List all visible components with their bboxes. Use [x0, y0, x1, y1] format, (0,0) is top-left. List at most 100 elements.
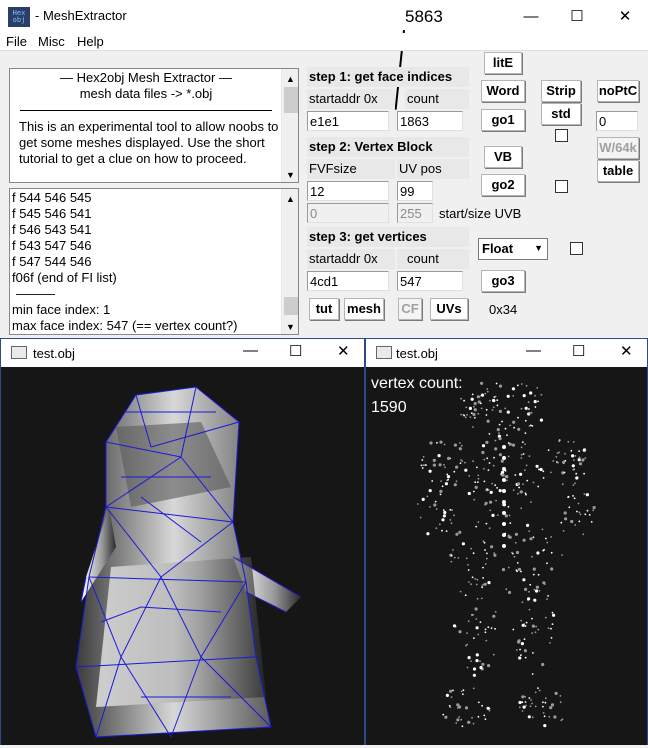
vertex-point: [460, 690, 463, 693]
step2-fvfsize-input[interactable]: 12: [307, 181, 389, 201]
std-checkbox[interactable]: [555, 129, 568, 142]
vertex-point: [467, 620, 470, 623]
vertex-point: [518, 706, 521, 709]
vertex-point: [528, 697, 531, 699]
vertex-point: [549, 706, 553, 710]
vertex-point: [468, 406, 472, 410]
table-button[interactable]: table: [597, 160, 639, 182]
vertex-point: [567, 495, 570, 498]
vertex-point: [514, 474, 517, 476]
strip-button[interactable]: Strip: [541, 80, 581, 102]
vertex-point: [492, 398, 496, 403]
info-scrollbar[interactable]: ▲ ▼: [281, 69, 298, 182]
vertex-point: [560, 521, 563, 524]
noptc-button[interactable]: noPtC: [597, 80, 639, 102]
vertex-point: [505, 475, 509, 479]
uvb-start-input[interactable]: 0: [307, 203, 389, 223]
vertex-point: [470, 412, 473, 414]
minimize-button[interactable]: —: [526, 342, 541, 359]
go2-checkbox[interactable]: [555, 180, 568, 193]
step3-count-input[interactable]: 547: [397, 271, 463, 291]
maximize-button[interactable]: ☐: [554, 0, 600, 33]
step3-startaddr-input[interactable]: 4cd1: [307, 271, 389, 291]
uvs-button[interactable]: UVs: [430, 298, 468, 320]
vertex-point: [464, 461, 466, 464]
maximize-button[interactable]: ☐: [289, 342, 302, 360]
float-select[interactable]: Float ▼: [478, 238, 548, 260]
viewer-right-window: test.obj — ☐ ✕ vertex count: 1590: [365, 338, 648, 745]
vertex-point: [481, 450, 485, 455]
go2-button[interactable]: go2: [481, 174, 525, 196]
minimize-button[interactable]: —: [508, 0, 554, 33]
mesh-button[interactable]: mesh: [344, 298, 384, 320]
step1-startaddr-input[interactable]: e1e1: [307, 111, 389, 131]
mesh-viewport[interactable]: [1, 367, 364, 745]
vertex-point: [465, 557, 468, 560]
tut-button[interactable]: tut: [309, 298, 339, 320]
uvb-size-input[interactable]: 255: [397, 203, 433, 223]
vertex-point: [476, 578, 479, 581]
step1-label: step 1: get face indices: [307, 67, 469, 87]
vertex-point: [450, 522, 453, 525]
info-textbox[interactable]: — Hex2obj Mesh Extractor — mesh data fil…: [9, 68, 299, 183]
scroll-thumb[interactable]: [284, 297, 298, 315]
step2-uvpos-input[interactable]: 99: [397, 181, 433, 201]
noptc-input[interactable]: 0: [596, 111, 638, 131]
log-line: f 546 543 541: [12, 222, 92, 237]
vertex-point: [522, 578, 526, 582]
vertex-point: [480, 402, 482, 405]
vertex-point: [502, 511, 506, 515]
close-button[interactable]: ✕: [602, 0, 648, 33]
close-button[interactable]: ✕: [620, 342, 633, 360]
menu-help[interactable]: Help: [77, 34, 104, 49]
scroll-up-icon[interactable]: ▲: [286, 191, 295, 207]
vertex-point: [496, 487, 498, 489]
step2-uvpos-label: UV pos: [397, 159, 469, 179]
scroll-thumb[interactable]: [284, 87, 298, 113]
vertex-point: [463, 414, 466, 417]
vertex-point: [541, 662, 545, 667]
menu-bar: File Misc Help: [0, 33, 648, 51]
std-button[interactable]: std: [541, 103, 581, 125]
float-checkbox[interactable]: [570, 242, 583, 255]
lite-button[interactable]: litE: [484, 52, 522, 74]
vertex-point: [498, 437, 502, 441]
go3-button[interactable]: go3: [481, 270, 525, 292]
vertex-point: [483, 458, 486, 461]
vertex-point: [517, 416, 519, 419]
maximize-button[interactable]: ☐: [572, 342, 585, 360]
vb-button[interactable]: VB: [484, 146, 522, 168]
vertex-point: [472, 614, 474, 616]
cf-button[interactable]: CF: [398, 298, 422, 320]
vertex-point: [472, 687, 475, 690]
w64k-button[interactable]: W/64k: [597, 137, 639, 159]
vertex-point: [517, 639, 521, 643]
vertex-point: [455, 480, 458, 483]
vertex-point: [506, 410, 510, 414]
vertex-point: [421, 467, 424, 469]
vertex-point: [476, 466, 478, 469]
chevron-down-icon: ▼: [534, 243, 543, 253]
vertex-point: [440, 480, 442, 482]
scroll-down-icon[interactable]: ▼: [286, 319, 295, 334]
vertex-point: [474, 607, 478, 611]
step1-count-input[interactable]: 1863: [397, 111, 463, 131]
scroll-up-icon[interactable]: ▲: [286, 71, 295, 87]
minimize-button[interactable]: —: [243, 342, 258, 359]
menu-file[interactable]: File: [6, 34, 27, 49]
vertex-point: [473, 402, 477, 406]
log-scrollbar[interactable]: ▲ ▼: [281, 189, 298, 334]
vertex-point: [502, 445, 506, 449]
scroll-down-icon[interactable]: ▼: [286, 167, 295, 182]
close-button[interactable]: ✕: [337, 342, 350, 360]
vertex-point: [524, 492, 527, 495]
vertex-point: [495, 499, 497, 502]
vertex-point: [541, 528, 544, 531]
go1-button[interactable]: go1: [481, 109, 525, 131]
menu-misc[interactable]: Misc: [38, 34, 65, 49]
vertex-point: [472, 490, 475, 493]
point-cloud-viewport[interactable]: vertex count: 1590: [366, 367, 647, 745]
log-textbox[interactable]: f 544 546 545 f 545 546 541 f 546 543 54…: [9, 188, 299, 335]
vertex-point: [419, 516, 422, 519]
word-button[interactable]: Word: [481, 80, 525, 102]
